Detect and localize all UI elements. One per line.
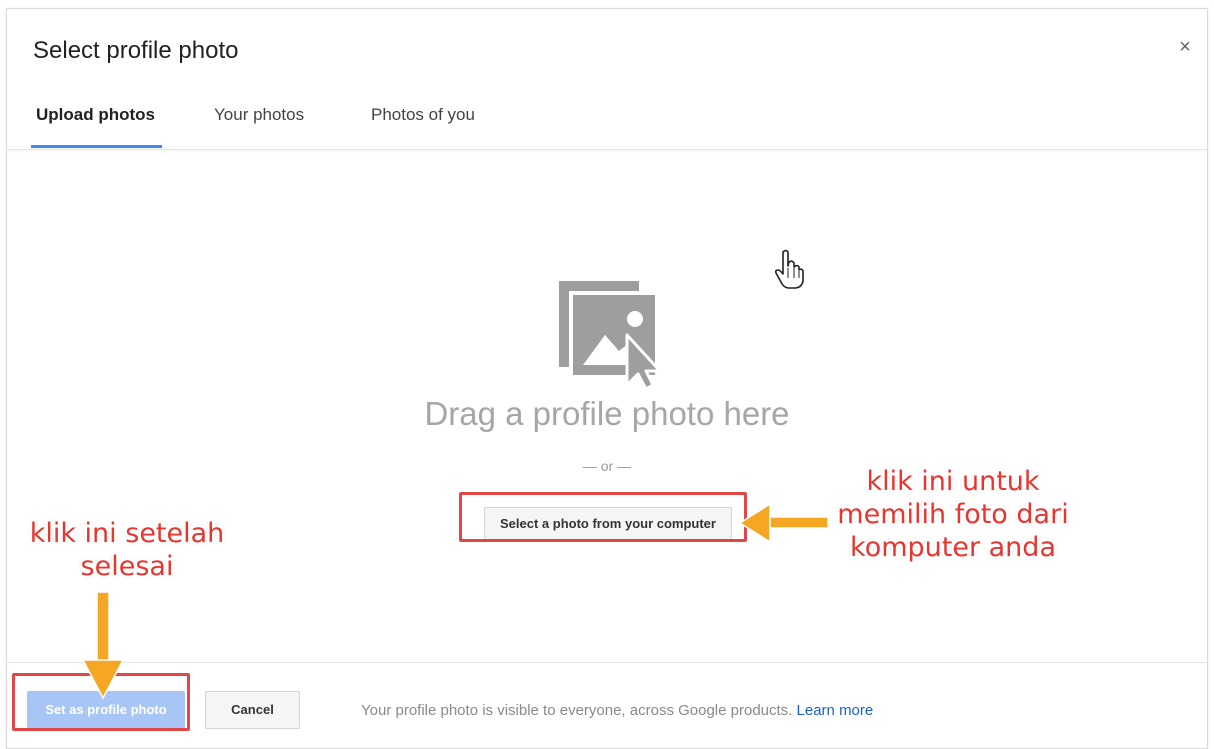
footer-visibility-note: Your profile photo is visible to everyon… xyxy=(361,702,873,719)
select-profile-photo-dialog: Select profile photo × Upload photos You… xyxy=(6,8,1208,749)
annotation-set-photo: klik ini setelah selesai xyxy=(29,518,225,582)
tab-photos-of-you[interactable]: Photos of you xyxy=(371,101,475,150)
learn-more-link[interactable]: Learn more xyxy=(797,702,874,719)
close-icon[interactable]: × xyxy=(1175,36,1195,59)
highlight-select-button xyxy=(459,492,747,542)
cancel-button[interactable]: Cancel xyxy=(205,691,300,729)
arrow-left-icon xyxy=(738,502,829,544)
dialog-title: Select profile photo xyxy=(33,37,239,64)
active-tab-indicator xyxy=(31,145,162,148)
or-separator: — or — xyxy=(582,458,632,474)
tab-upload-photos[interactable]: Upload photos xyxy=(36,101,155,150)
footer-note-text: Your profile photo is visible to everyon… xyxy=(361,702,793,719)
annotation-select-photo: klik ini untuk memilih foto dari kompute… xyxy=(837,466,1069,563)
tab-your-photos[interactable]: Your photos xyxy=(214,101,304,150)
footer-divider xyxy=(7,662,1207,663)
tabs-divider xyxy=(7,149,1207,150)
drag-photo-text: Drag a profile photo here xyxy=(424,395,790,432)
photo-upload-icon xyxy=(557,273,667,394)
arrow-down-icon xyxy=(81,591,125,700)
tab-bar: Upload photos Your photos Photos of you xyxy=(7,101,1207,150)
hand-cursor-icon xyxy=(774,249,804,289)
